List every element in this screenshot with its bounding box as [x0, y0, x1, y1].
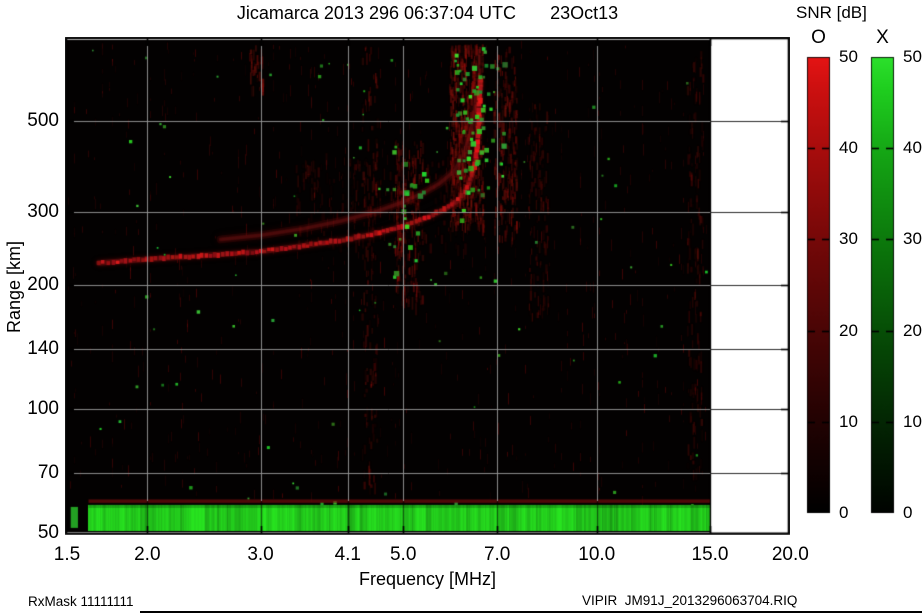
y-tick-label: 200: [27, 273, 59, 295]
colorbar-x-tick-label: 50: [903, 47, 922, 66]
colorbar-x-tick-label: 40: [903, 138, 922, 158]
rxmask-text: RxMask 11111111: [28, 594, 134, 609]
colorbar-x-tick-label: 20: [903, 320, 922, 340]
colorbar-o-tick-label: 20: [839, 320, 858, 340]
x-tick-label: 20.0: [771, 544, 809, 565]
snr-colorbar-canvas: [805, 55, 897, 517]
colorbar-o-tick-label: 10: [839, 411, 858, 431]
ionogram-plot-canvas: [65, 37, 790, 535]
x-axis-label: Frequency [MHz]: [358, 569, 497, 589]
y-tick-label: 500: [27, 110, 59, 131]
x-tick-label: 15.0: [691, 544, 729, 565]
y-tick-label: 140: [27, 337, 59, 359]
colorbar-x-mode-label: X: [876, 27, 889, 48]
x-tick-label: 5.0: [389, 544, 417, 565]
data-file-text: VIPIR JM91J_2013296063704.RIQ: [582, 593, 798, 608]
colorbar-o-mode-label: O: [811, 27, 826, 48]
y-tick-label: 100: [27, 397, 59, 419]
colorbar-o-tick-label: 40: [839, 138, 858, 158]
colorbar-o-tick-label: 30: [839, 229, 858, 249]
x-tick-label: 3.0: [247, 544, 274, 565]
bottom-divider-line: [140, 611, 922, 613]
colorbar-title: SNR [dB]: [796, 3, 867, 22]
x-tick-label: 7.0: [483, 544, 511, 565]
x-tick-label: 10.0: [578, 544, 616, 565]
colorbar-o-tick-label: 0: [839, 503, 849, 522]
y-tick-label: 70: [37, 461, 59, 483]
y-tick-label: 300: [27, 201, 59, 223]
colorbar-x-tick-label: 30: [903, 229, 922, 249]
x-tick-label: 4.1: [334, 544, 361, 565]
x-tick-label: 2.0: [134, 544, 161, 565]
colorbar-x-tick-label: 10: [903, 411, 922, 431]
y-tick-label: 50: [37, 522, 59, 543]
x-tick-label: 1.5: [53, 544, 81, 565]
title-date: 23Oct13: [550, 3, 619, 23]
ionogram-page: Jicamarca 2013 296 06:37:04 UTC 23Oct13 S…: [0, 0, 922, 614]
plot-title: Jicamarca 2013 296 06:37:04 UTC 23Oct13: [65, 3, 790, 24]
colorbar-x-tick-label: 0: [903, 503, 913, 522]
title-main: Jicamarca 2013 296 06:37:04 UTC: [236, 3, 517, 23]
colorbar-o-tick-label: 50: [839, 47, 858, 66]
